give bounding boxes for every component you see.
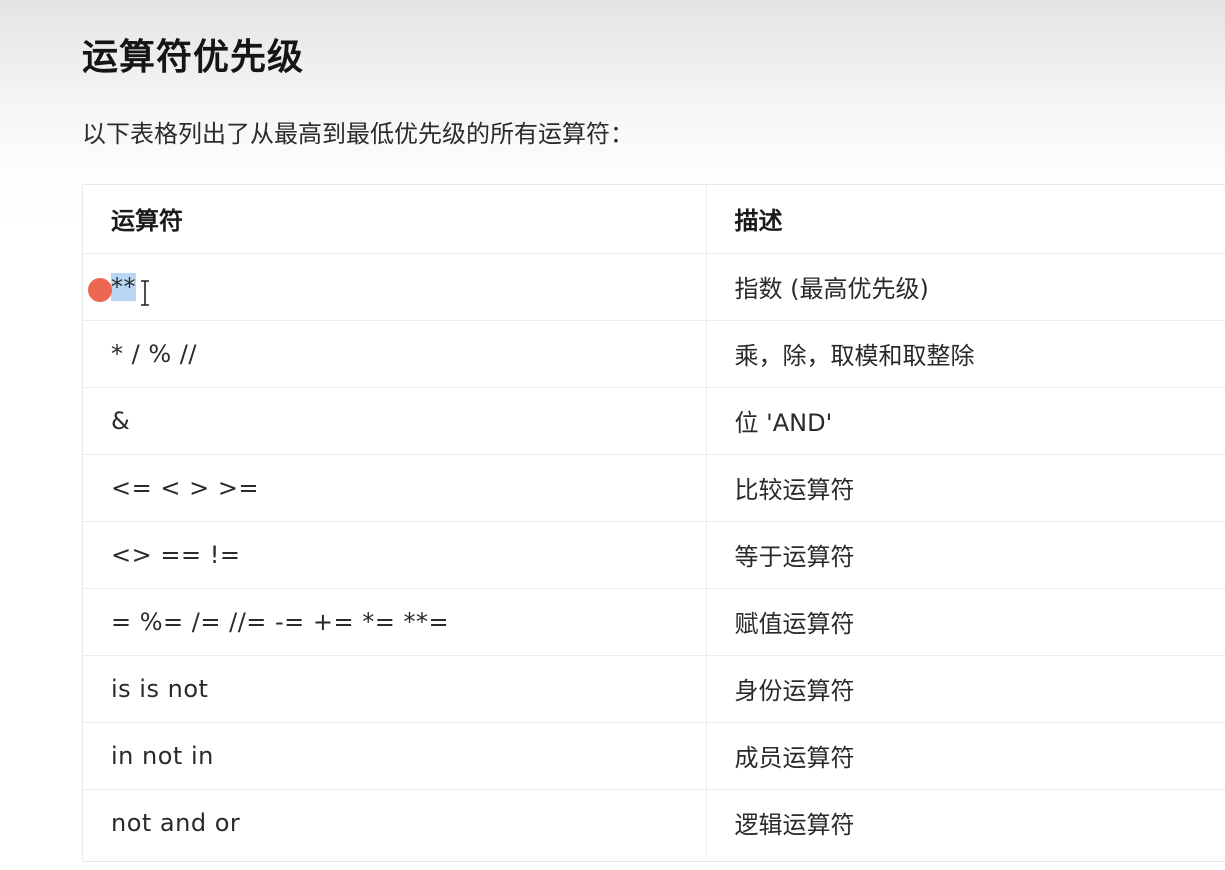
table-row: is is not 身份运算符	[83, 655, 1225, 723]
table-row: = %= /= //= -= += *= **= 赋值运算符	[83, 588, 1225, 656]
description-cell: 指数 (最高优先级)	[706, 253, 1225, 321]
operator-cell: = %= /= //= -= += *= **=	[83, 588, 707, 656]
table-row: ** 指数 (最高优先级)	[83, 253, 1225, 321]
operator-cell: in not in	[83, 722, 707, 790]
header-description: 描述	[706, 185, 1225, 254]
description-cell: 比较运算符	[706, 454, 1225, 522]
table: 运算符 描述 ** 指数 (最高优先级) * / % // 乘，除，取模和取整除…	[83, 185, 1225, 856]
description-cell: 乘，除，取模和取整除	[706, 320, 1225, 388]
page-title: 运算符优先级	[82, 37, 305, 78]
table-header-row: 运算符 描述	[83, 185, 1225, 254]
operator-cell: is is not	[83, 655, 707, 723]
operator-cell: &	[83, 387, 707, 455]
table-row: in not in 成员运算符	[83, 722, 1225, 790]
operator-cell[interactable]: **	[83, 253, 707, 321]
table-row: * / % // 乘，除，取模和取整除	[83, 320, 1225, 388]
description-cell: 身份运算符	[706, 655, 1225, 723]
header-operator: 运算符	[83, 185, 707, 254]
selected-text[interactable]: **	[111, 272, 136, 301]
description-cell: 成员运算符	[706, 722, 1225, 790]
table-row: <= < > >= 比较运算符	[83, 454, 1225, 522]
description-cell: 逻辑运算符	[734, 811, 855, 840]
operator-cell: <= < > >=	[83, 454, 707, 522]
operator-precedence-table: 运算符 描述 ** 指数 (最高优先级) * / % // 乘，除，取模和取整除…	[82, 184, 1225, 862]
operator-cell: <> == !=	[83, 521, 707, 589]
table-row: & 位 'AND'	[83, 387, 1225, 455]
description-cell: 位 'AND'	[706, 387, 1225, 455]
table-row: not and or 逻辑运算符	[83, 789, 1225, 856]
operator-cell: not and or	[83, 789, 707, 856]
operator-cell: * / % //	[83, 320, 707, 388]
description-cell: 赋值运算符	[706, 588, 1225, 656]
red-dot-pointer-icon	[88, 278, 112, 302]
intro-text: 以下表格列出了从最高到最低优先级的所有运算符：	[82, 120, 634, 148]
i-beam-cursor-icon	[141, 280, 149, 306]
table-row: <> == != 等于运算符	[83, 521, 1225, 589]
description-cell: 等于运算符	[706, 521, 1225, 589]
